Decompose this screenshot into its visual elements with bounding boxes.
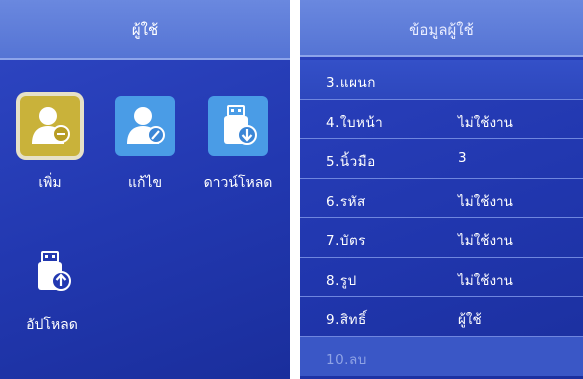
row-value: 3 — [458, 150, 467, 166]
row-value: ไม่ใช้งาน — [458, 233, 513, 249]
title-bar: ผู้ใช้ — [0, 0, 290, 60]
usb-download-icon — [224, 105, 257, 145]
user-info-list: 3.แผนก 4.ใบหน้า ไม่ใช้งาน 5.นิ้วมือ 3 6.… — [300, 60, 583, 376]
menu-label-edit: แก้ไข — [127, 175, 163, 191]
list-item-delete[interactable]: 10.ลบ — [300, 336, 583, 376]
row-value: ไม่ใช้งาน — [458, 193, 513, 210]
row-label: 5.นิ้วมือ — [326, 154, 376, 170]
user-menu-screen: ผู้ใช้ เพิ่ม แก้ไข ดาวน์โหลด อัปโหลด — [0, 0, 290, 379]
menu-label-add: เพิ่ม — [38, 175, 62, 191]
add-user-icon — [32, 107, 70, 144]
menu-item-add[interactable]: เพิ่ม — [10, 96, 90, 194]
row-label: 4.ใบหน้า — [326, 114, 384, 131]
user-info-screen: ข้อมูลผู้ใช้ 3.แผนก 4.ใบหน้า ไม่ใช้งาน 5… — [300, 0, 583, 379]
list-item-privilege[interactable]: 9.สิทธิ์ ผู้ใช้ — [300, 297, 583, 337]
row-value: ไม่ใช้งาน — [458, 272, 513, 289]
menu-label-download: ดาวน์โหลด — [203, 175, 273, 191]
menu-item-edit[interactable]: แก้ไข — [105, 96, 185, 194]
row-label: 7.บัตร — [326, 233, 366, 249]
screen-title: ข้อมูลผู้ใช้ — [409, 21, 474, 39]
add-tile[interactable] — [20, 96, 80, 156]
screen-title: ผู้ใช้ — [131, 21, 159, 39]
list-item-card[interactable]: 7.บัตร ไม่ใช้งาน — [300, 218, 583, 258]
list-item-photo[interactable]: 8.รูป ไม่ใช้งาน — [300, 258, 583, 297]
menu-item-download[interactable]: ดาวน์โหลด — [198, 96, 278, 194]
edit-tile[interactable] — [115, 96, 175, 156]
list-item-department[interactable]: 3.แผนก — [300, 60, 583, 100]
row-label: 6.รหัส — [326, 193, 366, 210]
row-value: ผู้ใช้ — [458, 312, 482, 328]
menu-label-upload: อัปโหลด — [26, 317, 78, 333]
usb-upload-icon — [38, 251, 71, 291]
list-item-fingerprint[interactable]: 5.นิ้วมือ 3 — [300, 139, 583, 179]
list-item-password[interactable]: 6.รหัส ไม่ใช้งาน — [300, 179, 583, 218]
title-bar: ข้อมูลผู้ใช้ — [300, 0, 583, 57]
edit-user-icon — [127, 107, 165, 144]
upload-tile[interactable] — [22, 242, 82, 302]
row-label: 9.สิทธิ์ — [326, 312, 367, 328]
row-label: 8.รูป — [326, 272, 357, 289]
list-item-face[interactable]: 4.ใบหน้า ไม่ใช้งาน — [300, 100, 583, 139]
menu-item-upload[interactable]: อัปโหลด — [12, 242, 92, 336]
row-label: 10.ลบ — [326, 351, 367, 368]
download-tile[interactable] — [208, 96, 268, 156]
row-label: 3.แผนก — [326, 75, 376, 91]
row-value: ไม่ใช้งาน — [458, 114, 513, 131]
